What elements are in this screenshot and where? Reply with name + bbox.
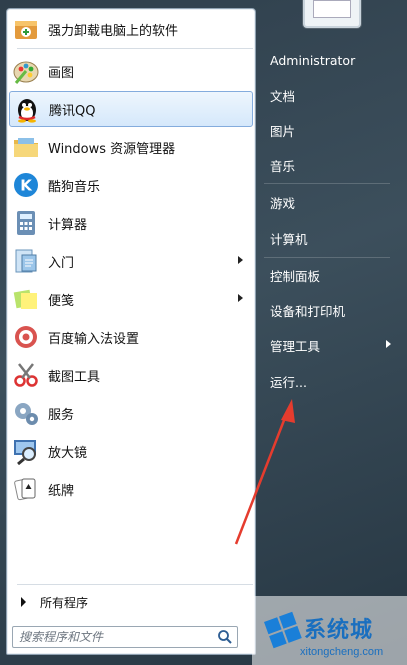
right-item-admin-tools[interactable]: 管理工具 bbox=[270, 332, 400, 358]
paint-palette-icon bbox=[12, 57, 40, 85]
program-item-snipping-tool[interactable]: 截图工具 bbox=[9, 357, 253, 393]
watermark-title: 系统城 bbox=[304, 618, 374, 643]
program-item-magnifier[interactable]: 放大镜 bbox=[9, 433, 253, 469]
right-item-devices-printers[interactable]: 设备和打印机 bbox=[270, 297, 400, 323]
right-item-label: 计算机 bbox=[270, 231, 308, 247]
snipping-scissors-icon bbox=[12, 361, 40, 389]
submenu-arrow-icon bbox=[386, 340, 391, 348]
all-programs-button[interactable]: 所有程序 bbox=[9, 589, 253, 615]
calculator-icon bbox=[12, 209, 40, 237]
user-picture[interactable] bbox=[303, 0, 361, 28]
right-item-administrator[interactable]: Administrator bbox=[270, 47, 400, 73]
program-label: 放大镜 bbox=[48, 445, 88, 461]
right-item-label: 控制面板 bbox=[270, 268, 321, 284]
expand-arrow-icon bbox=[21, 597, 26, 607]
program-label: Windows 资源管理器 bbox=[48, 141, 176, 157]
right-item-label: 音乐 bbox=[270, 158, 296, 174]
program-label: 截图工具 bbox=[48, 369, 101, 385]
divider bbox=[264, 257, 390, 258]
svg-text:K: K bbox=[20, 177, 33, 195]
submenu-arrow-icon bbox=[238, 294, 243, 302]
program-label: 纸牌 bbox=[48, 483, 75, 499]
right-item-label: 运行... bbox=[270, 374, 307, 390]
getting-started-icon bbox=[12, 247, 40, 275]
annotation-arrow bbox=[234, 399, 295, 545]
program-item-paint[interactable]: 画图 bbox=[9, 53, 253, 89]
right-item-label: Administrator bbox=[270, 52, 356, 68]
program-label: 强力卸载电脑上的软件 bbox=[48, 23, 179, 39]
explorer-folder-icon bbox=[12, 133, 40, 161]
right-item-documents[interactable]: 文档 bbox=[270, 82, 400, 108]
program-item-sticky-notes[interactable]: 便笺 bbox=[9, 281, 253, 317]
services-gears-icon bbox=[12, 399, 40, 427]
divider bbox=[17, 584, 253, 585]
program-item-solitaire[interactable]: 纸牌 bbox=[9, 471, 253, 507]
right-item-label: 管理工具 bbox=[270, 338, 321, 354]
program-item-getting-started[interactable]: 入门 bbox=[9, 243, 253, 279]
uninstall-box-icon bbox=[12, 15, 40, 43]
right-item-label: 设备和打印机 bbox=[270, 303, 346, 319]
search-input[interactable] bbox=[19, 628, 217, 646]
magnifier-icon bbox=[12, 437, 40, 466]
program-label: 入门 bbox=[48, 255, 75, 271]
submenu-arrow-icon bbox=[238, 256, 243, 264]
right-item-label: 文档 bbox=[270, 88, 296, 104]
right-item-pictures[interactable]: 图片 bbox=[270, 117, 400, 143]
program-label: 腾讯QQ bbox=[49, 103, 96, 119]
all-programs-label: 所有程序 bbox=[40, 595, 89, 610]
program-item-uninstaller[interactable]: 强力卸载电脑上的软件 bbox=[9, 11, 253, 47]
program-label: 服务 bbox=[48, 407, 75, 423]
qq-penguin-icon bbox=[13, 95, 41, 123]
right-item-games[interactable]: 游戏 bbox=[270, 189, 400, 215]
solitaire-cards-icon bbox=[12, 475, 40, 503]
program-item-explorer[interactable]: Windows 资源管理器 bbox=[9, 129, 253, 165]
program-label: 画图 bbox=[48, 65, 75, 81]
settings-gear-icon bbox=[12, 323, 40, 351]
right-item-run[interactable]: 运行... bbox=[270, 368, 400, 394]
watermark-url: xitongcheng.com bbox=[300, 646, 384, 658]
right-item-label: 游戏 bbox=[270, 195, 296, 211]
kugou-k-icon: K bbox=[12, 171, 40, 199]
program-item-calculator[interactable]: 计算器 bbox=[9, 205, 253, 241]
program-item-qq[interactable]: 腾讯QQ bbox=[9, 91, 253, 127]
divider bbox=[264, 183, 390, 184]
programs-panel: 强力卸载电脑上的软件 画图 腾讯QQ Windows 资源管理器 K 酷狗音乐 … bbox=[6, 8, 256, 655]
program-label: 便笺 bbox=[48, 293, 75, 309]
program-item-baidu-ime[interactable]: 百度输入法设置 bbox=[9, 319, 253, 355]
right-item-computer[interactable]: 计算机 bbox=[270, 225, 400, 251]
program-item-services[interactable]: 服务 bbox=[9, 395, 253, 431]
program-item-kugou[interactable]: K 酷狗音乐 bbox=[9, 167, 253, 203]
start-menu: 强力卸载电脑上的软件 画图 腾讯QQ Windows 资源管理器 K 酷狗音乐 … bbox=[0, 0, 407, 665]
sticky-notes-icon bbox=[12, 285, 40, 313]
right-item-control-panel[interactable]: 控制面板 bbox=[270, 262, 400, 288]
search-icon[interactable] bbox=[217, 629, 233, 645]
program-label: 百度输入法设置 bbox=[48, 331, 140, 347]
right-item-label: 图片 bbox=[270, 123, 296, 139]
right-item-music[interactable]: 音乐 bbox=[270, 152, 400, 178]
program-label: 酷狗音乐 bbox=[48, 179, 101, 195]
search-box[interactable] bbox=[12, 626, 238, 648]
program-label: 计算器 bbox=[48, 217, 88, 233]
divider bbox=[17, 48, 253, 49]
